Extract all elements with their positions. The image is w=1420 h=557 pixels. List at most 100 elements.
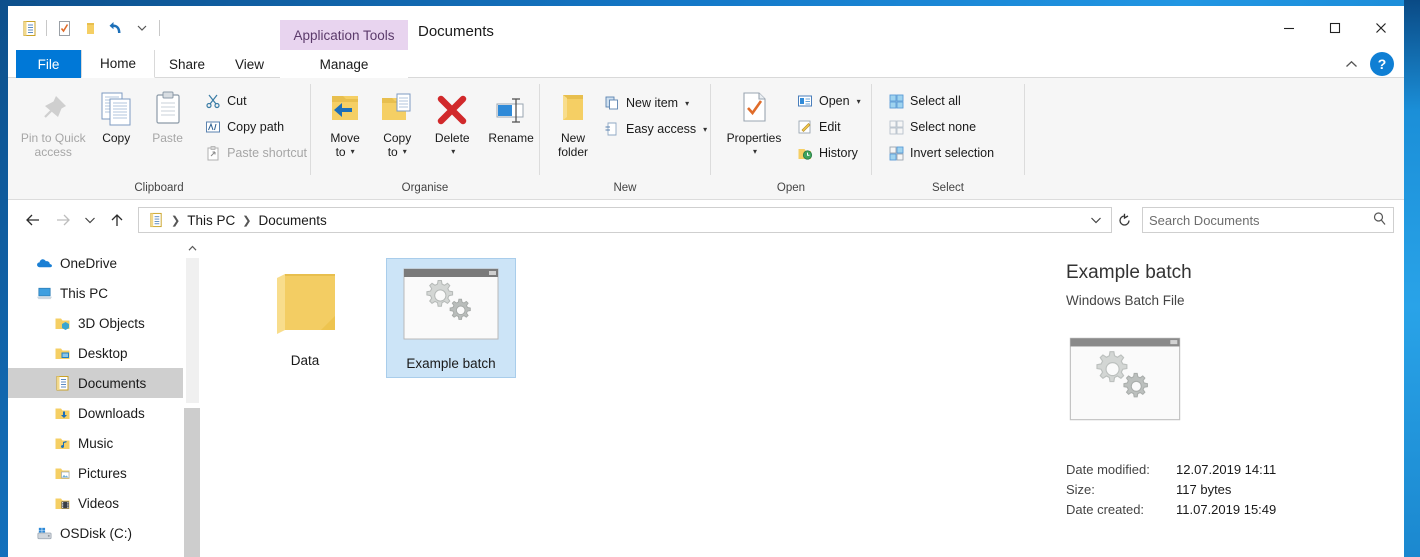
sidebar-label-desktop: Desktop <box>78 345 128 361</box>
explorer-body: OneDrive This PC 3D Objects Desktop Docu… <box>8 240 1404 557</box>
copy-to-line1: Copy <box>383 131 412 145</box>
history-button[interactable]: History <box>793 140 864 166</box>
file-item-example-batch[interactable]: Example batch <box>386 258 516 378</box>
this-pc-icon <box>36 285 53 302</box>
sidebar-item-pictures[interactable]: Pictures <box>8 458 183 488</box>
cut-button[interactable]: Cut <box>201 88 310 114</box>
sidebar-label-documents: Documents <box>78 375 147 391</box>
folder-icon <box>265 266 345 343</box>
pictures-folder-icon <box>54 465 71 482</box>
disk-drive-icon <box>36 525 53 542</box>
breadcrumb-separator[interactable]: ❯ <box>169 214 182 227</box>
breadcrumb-bar[interactable]: ❯ This PC ❯ Documents <box>138 207 1112 233</box>
sidebar-item-videos[interactable]: Videos <box>8 488 183 518</box>
select-none-icon <box>887 118 905 136</box>
tab-home[interactable]: Home <box>81 50 155 78</box>
close-button[interactable] <box>1358 6 1404 50</box>
rename-label: Rename <box>488 131 534 145</box>
rename-button[interactable]: Rename <box>483 86 539 147</box>
recent-locations-button[interactable] <box>78 205 102 235</box>
details-subtitle: Windows Batch File <box>1066 293 1185 308</box>
invert-selection-button[interactable]: Invert selection <box>884 140 997 166</box>
history-icon <box>796 144 814 162</box>
maximize-button[interactable] <box>1312 6 1358 50</box>
up-button[interactable] <box>102 205 132 235</box>
address-bar: ❯ This PC ❯ Documents Search Documents <box>8 200 1404 240</box>
open-button[interactable]: Open ▾ <box>793 88 864 114</box>
qat-undo-icon[interactable] <box>103 15 129 41</box>
forward-button[interactable] <box>48 205 78 235</box>
sidebar-item-documents[interactable]: Documents <box>8 368 183 398</box>
file-list[interactable]: Data Example batch <box>200 240 1054 557</box>
sidebar-item-3d-objects[interactable]: 3D Objects <box>8 308 183 338</box>
qat-separator-2 <box>159 20 160 36</box>
properties-icon <box>738 88 770 128</box>
paste-shortcut-button[interactable]: Paste shortcut <box>201 140 310 166</box>
scrollbar-thumb[interactable] <box>186 258 199 403</box>
paste-icon <box>152 88 184 128</box>
search-input[interactable]: Search Documents <box>1142 207 1394 233</box>
ribbon-group-new: New folder New item ▾ Easy access ▾ New <box>540 78 710 200</box>
desktop-folder-icon <box>54 345 71 362</box>
collapse-ribbon-button[interactable] <box>1340 54 1362 74</box>
copy-to-button[interactable]: Copy to ▾ <box>373 86 421 161</box>
qat-properties-icon[interactable] <box>51 15 77 41</box>
sidebar-item-downloads[interactable]: Downloads <box>8 398 183 428</box>
tab-file[interactable]: File <box>16 50 81 78</box>
properties-button[interactable]: Properties ▾ <box>719 86 789 161</box>
tab-share[interactable]: Share <box>155 50 219 78</box>
sidebar-label-osdisk: OSDisk (C:) <box>60 525 132 541</box>
sidebar-item-desktop[interactable]: Desktop <box>8 338 183 368</box>
details-value-date-created: 11.07.2019 15:49 <box>1176 502 1277 517</box>
address-dropdown-button[interactable] <box>1085 215 1107 225</box>
copy-path-label: Copy path <box>227 120 285 134</box>
qat-documents-icon[interactable] <box>16 15 42 41</box>
qat-new-folder-icon[interactable] <box>77 15 103 41</box>
help-button[interactable]: ? <box>1370 52 1394 76</box>
minimize-button[interactable] <box>1266 6 1312 50</box>
scissors-icon <box>204 92 222 110</box>
file-item-data[interactable]: Data <box>240 258 370 374</box>
new-folder-button[interactable]: New folder <box>552 86 594 161</box>
search-icon[interactable] <box>1372 211 1387 229</box>
contextual-tab-application-tools[interactable]: Application Tools <box>280 20 408 50</box>
breadcrumb-separator-2[interactable]: ❯ <box>240 214 253 227</box>
group-label-select: Select <box>932 182 964 194</box>
navigation-pane-scrollbar[interactable] <box>183 240 201 557</box>
select-all-icon <box>887 92 905 110</box>
navigation-pane: OneDrive This PC 3D Objects Desktop Docu… <box>8 240 183 557</box>
chevron-down-icon: ▾ <box>402 147 407 156</box>
move-to-button[interactable]: Move to ▾ <box>321 86 369 161</box>
tab-manage[interactable]: Manage <box>280 50 408 78</box>
scroll-up-button[interactable] <box>184 240 200 257</box>
new-folder-line2: folder <box>557 145 589 159</box>
refresh-button[interactable] <box>1112 207 1136 233</box>
back-button[interactable] <box>18 205 48 235</box>
paste-button[interactable]: Paste <box>142 86 193 147</box>
paste-shortcut-icon <box>204 144 222 162</box>
file-explorer-window: Application Tools Documents File Home Sh… <box>8 6 1404 557</box>
copy-button[interactable]: Copy <box>92 86 140 147</box>
copy-path-button[interactable]: Copy path <box>201 114 310 140</box>
new-item-button[interactable]: New item ▾ <box>600 90 710 116</box>
tab-view[interactable]: View <box>219 50 280 78</box>
select-all-button[interactable]: Select all <box>884 88 997 114</box>
pin-to-quick-access-button[interactable]: Pin to Quick access <box>16 86 90 161</box>
qat-customize-dropdown-icon[interactable] <box>129 15 155 41</box>
sidebar-item-this-pc[interactable]: This PC <box>8 278 183 308</box>
sidebar-item-osdisk[interactable]: OSDisk (C:) <box>8 518 183 548</box>
details-key-size: Size: <box>1066 482 1095 497</box>
group-label-organise: Organise <box>401 182 449 194</box>
file-label-example-batch: Example batch <box>406 356 496 371</box>
file-label-data: Data <box>290 353 320 368</box>
scrollbar-thumb-lower[interactable] <box>184 408 201 557</box>
breadcrumb-this-pc[interactable]: This PC <box>182 213 240 228</box>
sidebar-item-onedrive[interactable]: OneDrive <box>8 248 183 278</box>
edit-button[interactable]: Edit <box>793 114 864 140</box>
delete-button[interactable]: Delete ▾ <box>425 86 479 161</box>
sidebar-item-music[interactable]: Music <box>8 428 183 458</box>
breadcrumb-documents[interactable]: Documents <box>253 213 331 228</box>
select-none-button[interactable]: Select none <box>884 114 997 140</box>
sidebar-label-this-pc: This PC <box>60 285 109 301</box>
easy-access-button[interactable]: Easy access ▾ <box>600 116 710 142</box>
